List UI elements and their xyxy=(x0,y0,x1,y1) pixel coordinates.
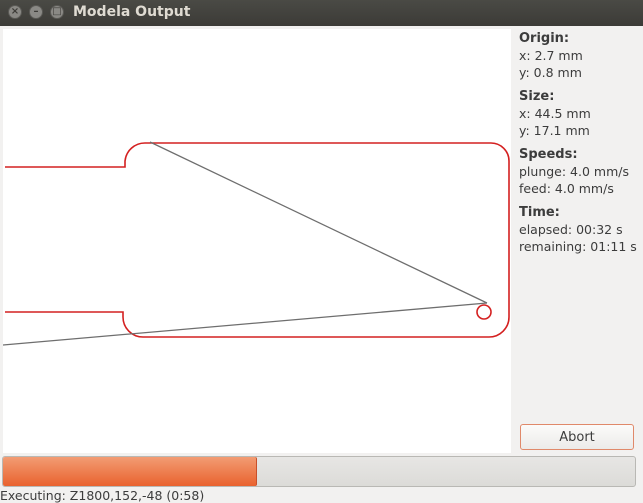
status-text: Executing: Z1800,152,-48 (0:58) xyxy=(0,488,205,503)
origin-x-value: x: 2.7 mm xyxy=(519,48,583,63)
elapsed-time-value: elapsed: 00:32 s xyxy=(519,222,623,237)
size-y-value: y: 17.1 mm xyxy=(519,123,590,138)
speeds-section: Speeds: plunge: 4.0 mm/s feed: 4.0 mm/s xyxy=(519,146,643,197)
plunge-speed-value: plunge: 4.0 mm/s xyxy=(519,164,629,179)
travel-path-lower xyxy=(3,302,488,346)
speeds-heading: Speeds: xyxy=(519,147,578,162)
origin-y-value: y: 0.8 mm xyxy=(519,65,582,80)
minimize-icon: – xyxy=(33,6,39,17)
minimize-window-button[interactable]: – xyxy=(29,5,43,19)
origin-heading: Origin: xyxy=(519,31,570,46)
travel-path-diagonal xyxy=(149,141,488,304)
feed-speed-value: feed: 4.0 mm/s xyxy=(519,181,614,196)
progress-bar-fill xyxy=(3,457,257,486)
window-title: Modela Output xyxy=(73,4,191,20)
size-x-value: x: 44.5 mm xyxy=(519,106,591,121)
tool-position-marker xyxy=(476,304,492,320)
origin-section: Origin: x: 2.7 mm y: 0.8 mm xyxy=(519,30,643,81)
abort-button[interactable]: Abort xyxy=(520,424,634,450)
close-icon: × xyxy=(10,6,20,17)
toolpath-canvas xyxy=(3,29,511,453)
size-section: Size: x: 44.5 mm y: 17.1 mm xyxy=(519,88,643,139)
close-window-button[interactable]: × xyxy=(8,5,22,19)
time-section: Time: elapsed: 00:32 s remaining: 01:11 … xyxy=(519,204,643,255)
size-heading: Size: xyxy=(519,89,555,104)
time-heading: Time: xyxy=(519,205,560,220)
remaining-time-value: remaining: 01:11 s xyxy=(519,239,637,254)
maximize-icon: □ xyxy=(52,6,62,17)
modela-output-window: × – □ Modela Output Origin: x: 2.7 mm y:… xyxy=(0,0,643,503)
job-info-panel: Origin: x: 2.7 mm y: 0.8 mm Size: x: 44.… xyxy=(519,30,643,280)
toolpath-preview xyxy=(3,141,510,346)
title-bar: × – □ Modela Output xyxy=(0,0,643,26)
maximize-window-button[interactable]: □ xyxy=(50,5,64,19)
job-progress-bar xyxy=(2,456,636,487)
